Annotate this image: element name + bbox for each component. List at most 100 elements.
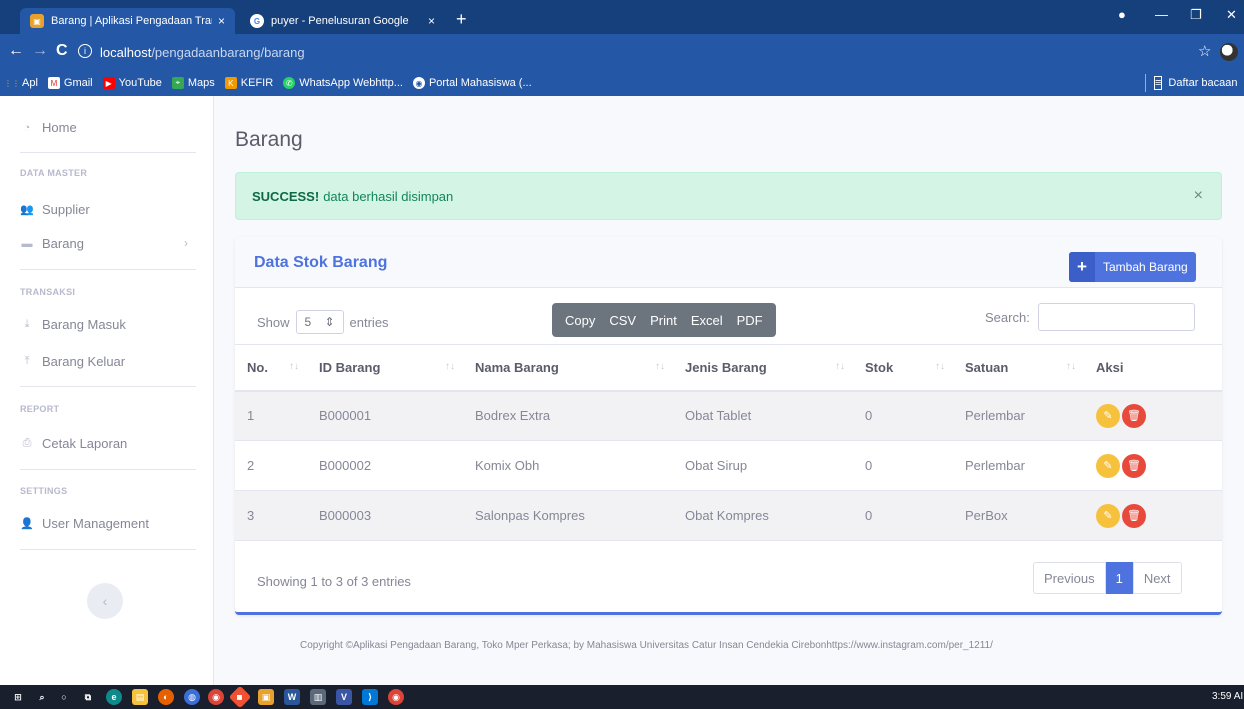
bookmark-label: WhatsApp Webhttp... [299,77,403,89]
forward-arrow-icon[interactable]: → [32,42,48,60]
site-info-icon[interactable]: i [78,44,92,58]
sort-icon: ↑↓ [935,361,945,372]
vscode-icon[interactable]: ⟩ [362,689,378,705]
sidebar: ◔ Home DATA MASTER 👥 Supplier ▬ Barang ›… [0,96,214,685]
restore-icon[interactable]: ❐ [1190,7,1202,23]
trash-icon[interactable]: 🗑 [1122,403,1146,428]
clock: 3:59 AI [1212,691,1244,702]
sidebar-item-label: Home [42,120,77,135]
bookmark-star-icon[interactable]: ☆ [1198,42,1211,60]
cell-nama: Komix Obh [463,440,673,491]
tab-barang[interactable]: ▣ Barang | Aplikasi Pengadaan Tran × [20,8,235,34]
bookmark-portal[interactable]: ◉ Portal Mahasiswa (... [412,77,532,89]
url-field[interactable]: localhost/pengadaanbarang/barang [100,39,1220,65]
page-length-select[interactable]: 5 ⇕ [295,310,344,334]
minimize-icon[interactable]: — [1155,7,1168,22]
reading-list[interactable]: ≡ Daftar bacaan [1154,76,1238,90]
cell-satuan: Perlembar [953,390,1084,441]
bookmark-apps[interactable]: ⋮⋮ Apl [4,77,38,89]
reload-icon[interactable]: C [56,42,68,60]
column-header-jenis[interactable]: Jenis Barang ↑↓ [673,344,853,392]
cortana-icon[interactable]: ○ [56,689,72,705]
pdf-button[interactable]: PDF [730,313,770,328]
sidebar-item-supplier[interactable]: 👥 Supplier [20,202,90,217]
edit-icon[interactable]: ✎ [1096,453,1120,478]
cell-nama: Bodrex Extra [463,390,673,441]
search-icon[interactable]: ⌕ [34,689,50,705]
chrome-active-icon[interactable]: ◉ [388,689,404,705]
sidebar-item-barang-keluar[interactable]: ⤒ Barang Keluar [20,354,126,369]
edit-icon[interactable]: ✎ [1096,403,1120,428]
word-icon[interactable]: W [284,689,300,705]
tab-close-icon[interactable]: × [428,14,435,28]
bookmark-youtube[interactable]: ▶ YouTube [102,77,162,89]
dashboard-icon: ◔ [23,121,31,134]
print-button[interactable]: Print [643,313,684,328]
pagination-page-1[interactable]: 1 [1105,562,1133,594]
search-input[interactable] [1037,303,1195,331]
profile-circle-icon[interactable]: ● [1118,7,1126,22]
maps-icon: ⌖ [171,77,184,89]
bookmark-maps[interactable]: ⌖ Maps [171,77,215,89]
excel-button[interactable]: Excel [684,313,730,328]
page-length-control: Show 5 ⇕ entries [257,310,389,334]
barang-table: No. ↑↓ ID Barang ↑↓ Nama Barang ↑↓ Jenis Ba… [235,344,1222,541]
sidebar-item-barang[interactable]: ▬ Barang [20,236,84,251]
download-icon: ⤓ [24,318,30,330]
add-barang-button[interactable]: + Tambah Barang [1069,252,1196,282]
chat-icon[interactable]: ◍ [184,689,200,705]
trash-icon[interactable]: 🗑 [1122,453,1146,478]
visio-icon[interactable]: V [336,689,352,705]
window-close-icon[interactable]: ✕ [1226,7,1237,23]
sort-icon: ↑↓ [655,361,665,372]
reading-list-label: Daftar bacaan [1168,77,1238,89]
page-title: Barang [235,128,303,151]
cell-jenis: Obat Sirup [673,440,853,491]
column-header-nama[interactable]: Nama Barang ↑↓ [463,344,673,392]
sidebar-heading: TRANSAKSI [20,287,76,297]
pagination-next[interactable]: Next [1132,562,1182,594]
sidebar-item-cetak-laporan[interactable]: ⎙ Cetak Laporan [20,436,128,451]
sidebar-item-home[interactable]: ◔ Home [20,120,77,135]
sidebar-item-barang-masuk[interactable]: ⤓ Barang Masuk [20,317,126,332]
back-arrow-icon[interactable]: ← [8,42,24,60]
cell-aksi: ✎ 🗑 [1084,440,1222,491]
task-view-icon[interactable]: ⧉ [80,689,96,705]
bookmark-gmail[interactable]: M Gmail [47,77,93,89]
tab-close-icon[interactable]: × [218,14,225,28]
table-row: 1 B000001 Bodrex Extra Obat Tablet 0 Per… [235,390,1222,441]
csv-button[interactable]: CSV [602,313,643,328]
sidebar-item-label: Supplier [42,202,90,217]
chevron-right-icon[interactable]: › [184,236,188,250]
bookmark-kefir[interactable]: K KEFIR [224,77,273,89]
xampp-icon[interactable]: ▣ [258,689,274,705]
sidebar-item-user-management[interactable]: 👤 User Management [20,516,149,531]
sidebar-divider [20,549,196,550]
copy-button[interactable]: Copy [558,313,602,328]
column-header-no[interactable]: No. ↑↓ [235,344,307,392]
pagination-previous[interactable]: Previous [1033,562,1106,594]
chrome-icon[interactable]: ◉ [208,689,224,705]
windows-start-icon[interactable]: ⊞ [10,689,26,705]
sidebar-item-label: Barang Masuk [42,317,126,332]
firefox-icon[interactable]: ◐ [158,689,174,705]
file-explorer-icon[interactable]: ▤ [132,689,148,705]
sort-icon: ↑↓ [289,361,299,372]
bookmark-label: Apl [22,77,38,89]
sidebar-collapse-button[interactable]: ‹ [87,583,123,619]
edit-icon[interactable]: ✎ [1096,503,1120,528]
new-tab-button[interactable]: + [456,9,467,30]
edge-icon[interactable]: e [106,689,122,705]
column-header-stok[interactable]: Stok ↑↓ [853,344,953,392]
git-icon[interactable]: ◆ [228,685,252,709]
notes-icon[interactable]: ▥ [310,689,326,705]
sidebar-divider [20,152,196,153]
profile-avatar-icon[interactable] [1220,43,1238,61]
trash-icon[interactable]: 🗑 [1122,503,1146,528]
tab-google[interactable]: G puyer - Penelusuran Google × [240,8,445,34]
column-header-satuan[interactable]: Satuan ↑↓ [953,344,1084,392]
column-header-id[interactable]: ID Barang ↑↓ [307,344,463,392]
bookmark-whatsapp[interactable]: ✆ WhatsApp Webhttp... [283,77,403,89]
alert-close-icon[interactable]: × [1194,187,1203,205]
cell-stok: 0 [853,390,953,441]
